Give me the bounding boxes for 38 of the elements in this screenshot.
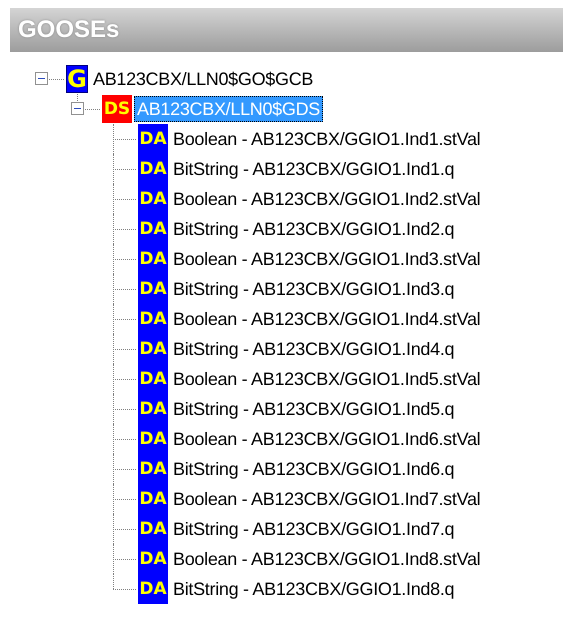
- attribute-badge: DA: [138, 484, 168, 514]
- attribute-badge: DA: [138, 304, 168, 334]
- attribute-badge: DA: [138, 424, 168, 454]
- tree-item[interactable]: AB123CBX/LLN0$GO$GCB: [90, 66, 316, 92]
- attribute-badge: DA: [138, 154, 168, 184]
- tree-item[interactable]: BitString - AB123CBX/GGIO1.Ind7.q: [170, 516, 458, 542]
- tree-item[interactable]: Boolean - AB123CBX/GGIO1.Ind3.stVal: [170, 246, 484, 272]
- attribute-badge: DA: [138, 574, 168, 604]
- attribute-badge: DA: [138, 544, 168, 574]
- tree-item[interactable]: BitString - AB123CBX/GGIO1.Ind2.q: [170, 216, 458, 242]
- tree-item[interactable]: BitString - AB123CBX/GGIO1.Ind8.q: [170, 576, 458, 602]
- attribute-badge: DA: [138, 334, 168, 364]
- attribute-badge: DA: [138, 394, 168, 424]
- collapse-toggle[interactable]: [35, 72, 48, 85]
- tree-item[interactable]: Boolean - AB123CBX/GGIO1.Ind1.stVal: [170, 126, 484, 152]
- goose-badge: G: [66, 65, 88, 93]
- tree-item[interactable]: BitString - AB123CBX/GGIO1.Ind6.q: [170, 456, 458, 482]
- dataset-badge: DS: [102, 95, 132, 123]
- attribute-badge: DA: [138, 244, 168, 274]
- attribute-badge: DA: [138, 184, 168, 214]
- attribute-badge: DA: [138, 364, 168, 394]
- attribute-badge: DA: [138, 454, 168, 484]
- tree-item[interactable]: Boolean - AB123CBX/GGIO1.Ind4.stVal: [170, 306, 484, 332]
- tree-item[interactable]: BitString - AB123CBX/GGIO1.Ind5.q: [170, 396, 458, 422]
- tree-item[interactable]: Boolean - AB123CBX/GGIO1.Ind2.stVal: [170, 186, 484, 212]
- tree-item[interactable]: BitString - AB123CBX/GGIO1.Ind3.q: [170, 276, 458, 302]
- attribute-badge: DA: [138, 124, 168, 154]
- panel-title: GOOSEs: [18, 15, 120, 45]
- attribute-badge: DA: [138, 514, 168, 544]
- attribute-badge: DA: [138, 214, 168, 244]
- tree-item[interactable]: Boolean - AB123CBX/GGIO1.Ind8.stVal: [170, 546, 484, 572]
- attribute-badge: DA: [138, 274, 168, 304]
- tree-item[interactable]: Boolean - AB123CBX/GGIO1.Ind7.stVal: [170, 486, 484, 512]
- tree-item[interactable]: Boolean - AB123CBX/GGIO1.Ind6.stVal: [170, 426, 484, 452]
- collapse-toggle[interactable]: [71, 102, 84, 115]
- tree-item[interactable]: Boolean - AB123CBX/GGIO1.Ind5.stVal: [170, 366, 484, 392]
- tree-item[interactable]: BitString - AB123CBX/GGIO1.Ind4.q: [170, 336, 458, 362]
- tree-item[interactable]: BitString - AB123CBX/GGIO1.Ind1.q: [170, 156, 458, 182]
